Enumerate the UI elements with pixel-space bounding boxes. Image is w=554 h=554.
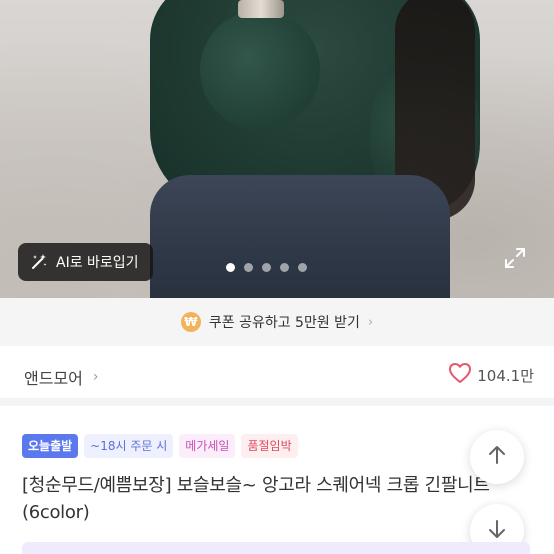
photo-jeans xyxy=(150,175,450,298)
photo-watch xyxy=(238,0,284,18)
today-shipping-badge: 오늘출발 xyxy=(22,434,79,458)
carousel-dot[interactable] xyxy=(262,263,271,272)
sold-out-soon-badge: 품절임박 xyxy=(241,434,298,458)
coupon-text: 쿠폰 공유하고 5만원 받기 xyxy=(208,315,360,331)
info-banner xyxy=(22,542,530,554)
brand-name: 앤드모어 xyxy=(24,369,83,388)
order-cutoff-badge: ~18시 주문 시 xyxy=(84,434,174,458)
brand-row: 앤드모어 › 104.1만 xyxy=(0,346,554,406)
ai-try-on-button[interactable]: AI로 바로입기 xyxy=(18,243,153,281)
carousel-dot[interactable] xyxy=(280,263,289,272)
ai-try-on-label: AI로 바로입기 xyxy=(56,255,139,271)
product-image[interactable]: AI로 바로입기 xyxy=(0,0,554,298)
carousel-dot[interactable] xyxy=(226,263,235,272)
heart-icon xyxy=(448,362,472,388)
coupon-share-banner[interactable]: ₩ 쿠폰 공유하고 5만원 받기 › xyxy=(0,298,554,346)
brand-link[interactable]: 앤드모어 › xyxy=(24,365,99,389)
product-title: [청순무드/예쁨보장] 보슬보슬~ 앙고라 스퀘어넥 크롭 긴팔니트 (6col… xyxy=(22,475,490,523)
expand-icon[interactable] xyxy=(503,246,527,270)
like-button[interactable]: 104.1만 xyxy=(448,362,534,388)
chevron-right-icon: › xyxy=(367,314,374,330)
carousel-dot[interactable] xyxy=(244,263,253,272)
badge-list: 오늘출발 ~18시 주문 시 메가세일 품절임박 xyxy=(22,434,298,458)
arrow-down-icon xyxy=(486,518,508,544)
like-count: 104.1만 xyxy=(477,366,534,385)
chevron-right-icon: › xyxy=(92,369,99,385)
scroll-top-button[interactable] xyxy=(470,430,524,484)
carousel-dot[interactable] xyxy=(298,263,307,272)
won-coin-icon: ₩ xyxy=(180,312,201,332)
arrow-up-icon xyxy=(486,444,508,470)
carousel-indicator xyxy=(226,263,307,272)
mega-sale-badge: 메가세일 xyxy=(179,434,236,458)
photo-sleeve-left xyxy=(200,10,320,130)
magic-wand-icon xyxy=(30,253,48,271)
